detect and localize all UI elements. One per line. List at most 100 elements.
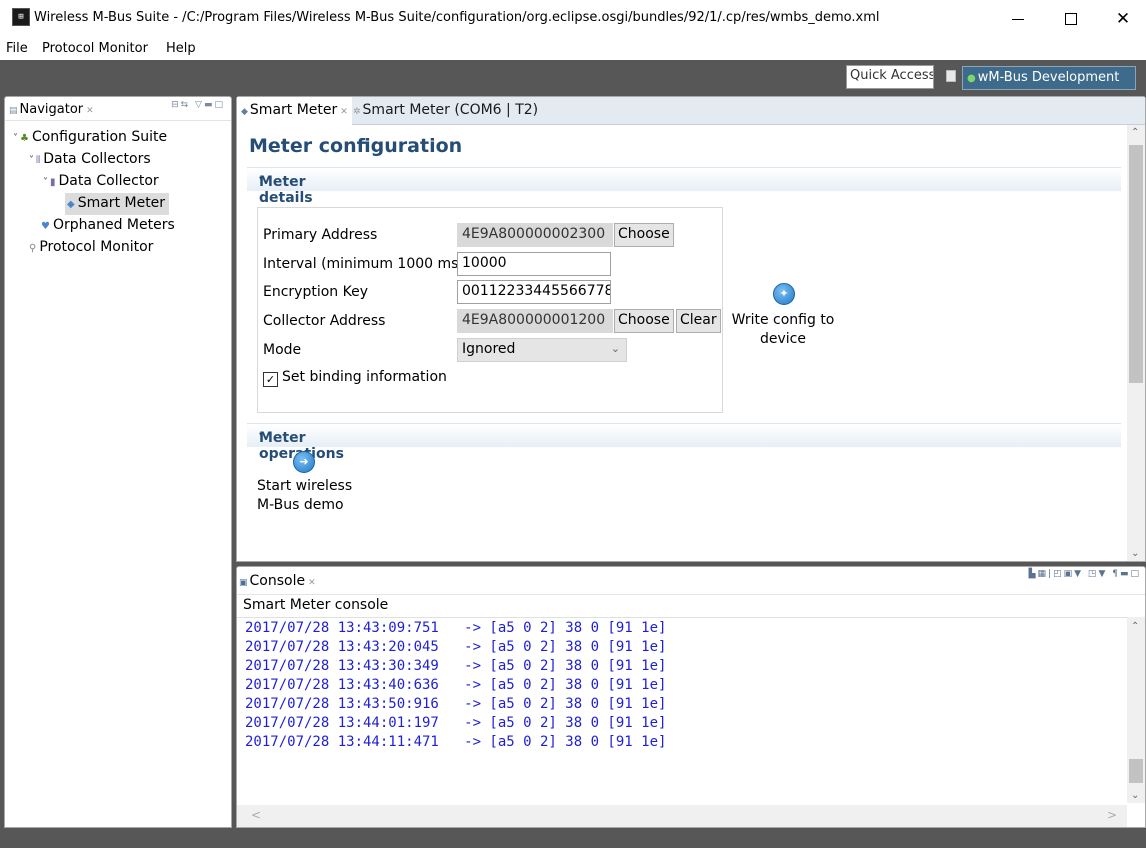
page-title: Meter configuration [249, 135, 463, 157]
mode-select[interactable]: Ignored ⌄ [457, 338, 627, 362]
tree-item-data-collector[interactable]: ˅ ▮ Data Collector [43, 171, 159, 193]
close-button[interactable]: ✕ [1100, 0, 1146, 38]
open-console-icon[interactable]: ◳ [1088, 569, 1099, 579]
collector-address-choose-button[interactable]: Choose [614, 309, 674, 333]
write-config-label-1: Write config to [731, 312, 835, 328]
console-vertical-scrollbar[interactable]: ⌃ ⌄ [1127, 617, 1145, 803]
chevron-down-icon[interactable]: ˅ [29, 155, 34, 166]
console-name: Smart Meter console [243, 597, 389, 613]
console-line: 2017/07/28 13:43:50:916 -> [a5 0 2] 38 0… [245, 696, 667, 712]
encryption-key-field[interactable]: 00112233445566778899 [457, 280, 611, 304]
primary-address-field[interactable]: 4E9A800000002300 [457, 223, 613, 247]
tab-smart-meter[interactable]: ◆ Smart Meter ✕ [237, 97, 352, 125]
scroll-down-icon[interactable]: ⌄ [1131, 790, 1139, 801]
checkmark-icon[interactable]: ✓ [263, 372, 278, 387]
editor-scrollbar[interactable]: ⌃ ⌄ [1127, 125, 1145, 561]
title-bar: ⊞ Wireless M-Bus Suite - /C:/Program Fil… [0, 0, 1146, 38]
console-line: 2017/07/28 13:44:01:197 -> [a5 0 2] 38 0… [245, 715, 667, 731]
write-config-link[interactable]: Write config to device [721, 311, 845, 349]
view-menu-icon[interactable]: ▽ [195, 100, 204, 110]
scroll-down-icon[interactable]: ⌄ [1131, 548, 1139, 559]
close-icon[interactable]: ✕ [308, 578, 316, 588]
collector-icon: ▮ [50, 177, 56, 188]
link-editor-icon[interactable]: ⇆ [181, 100, 191, 110]
collapse-all-icon[interactable]: ⊟ [171, 100, 181, 110]
minimize-view-icon[interactable]: ▬ [204, 100, 215, 110]
interval-field[interactable]: 10000 [457, 252, 611, 276]
close-icon[interactable]: ✕ [340, 107, 348, 117]
minimize-icon [1012, 18, 1024, 20]
chevron-down-icon[interactable]: ˅ [13, 133, 18, 144]
perspective-label: wM-Bus Development [977, 70, 1120, 85]
close-icon[interactable]: ✕ [86, 106, 94, 116]
menu-bar: File Protocol Monitor Help [0, 38, 1146, 60]
console-horizontal-scrollbar[interactable]: < > [237, 805, 1127, 827]
console-line: 2017/07/28 13:44:11:471 -> [a5 0 2] 38 0… [245, 734, 667, 750]
section-meter-operations[interactable]: ▾Meter operations [247, 423, 1121, 462]
console-line: 2017/07/28 13:43:09:751 -> [a5 0 2] 38 0… [245, 620, 667, 636]
scroll-up-icon[interactable]: ⌃ [1131, 127, 1139, 138]
tab-console[interactable]: ▣ Console ✕ [239, 573, 316, 589]
window-title: Wireless M-Bus Suite - /C:/Program Files… [34, 10, 880, 25]
console-toolbar: ▙▦|◰▣▼ ◳▼ ¶▬□ [1028, 569, 1141, 579]
start-demo-link[interactable]: Start wireless M-Bus demo [249, 477, 359, 515]
minimize-button[interactable] [995, 0, 1041, 38]
navigator-panel: ▤ Navigator ✕ ⊟⇆ ▽▬□ ˅ ♣ Configuration Suite… [4, 96, 232, 828]
maximize-view-icon[interactable]: □ [1130, 569, 1141, 579]
maximize-icon [1065, 13, 1077, 25]
primary-address-label: Primary Address [263, 227, 378, 243]
write-config-icon[interactable]: ✦ [773, 283, 795, 305]
start-demo-icon[interactable]: ➜ [293, 451, 315, 473]
tree-item-label: Data Collector [58, 173, 159, 189]
chevron-down-icon: ⌄ [610, 342, 620, 355]
open-perspective-icon[interactable] [946, 70, 956, 82]
dropdown-icon[interactable]: ▼ [1098, 569, 1107, 579]
collector-address-field[interactable]: 4E9A800000001200 [457, 309, 613, 333]
tab-smart-meter-com6[interactable]: ✲ Smart Meter (COM6 | T2) [353, 102, 538, 118]
menu-protocol-monitor[interactable]: Protocol Monitor [42, 41, 148, 56]
tree-item-protocol-monitor[interactable]: ⚲ Protocol Monitor [29, 237, 153, 259]
maximize-view-icon[interactable]: □ [214, 100, 225, 110]
navigator-toolbar: ⊟⇆ ▽▬□ [171, 100, 225, 110]
write-config-label-2: device [760, 331, 806, 347]
scroll-lock-icon[interactable]: ▦ [1038, 569, 1049, 579]
console-tabbar: ▣ Console ✕ ▙▦|◰▣▼ ◳▼ ¶▬□ [237, 567, 1145, 595]
tree-item-smart-meter[interactable]: ◆ Smart Meter [65, 193, 170, 215]
minimize-view-icon[interactable]: ▬ [1120, 569, 1131, 579]
start-demo-label-1: Start wireless [257, 478, 353, 494]
editor-panel: ◆ Smart Meter ✕ ✲ Smart Meter (COM6 | T2) M… [236, 96, 1146, 562]
primary-address-choose-button[interactable]: Choose [614, 223, 674, 247]
section-title: Meter details [259, 174, 313, 206]
scroll-right-icon[interactable]: > [1107, 808, 1117, 822]
section-meter-details[interactable]: ▾ Meter details [247, 167, 1121, 206]
interval-label: Interval (minimum 1000 ms) [263, 256, 464, 272]
scrollbar-thumb[interactable] [1129, 145, 1143, 383]
menu-file[interactable]: File [6, 41, 28, 56]
scrollbar-thumb[interactable] [1129, 759, 1143, 783]
scroll-up-icon[interactable]: ⌃ [1131, 621, 1139, 632]
tree-item-configuration-suite[interactable]: ˅ ♣ Configuration Suite [13, 127, 167, 149]
tree-item-label: Data Collectors [43, 151, 151, 167]
suite-icon: ♣ [20, 133, 29, 144]
tree-item-data-collectors[interactable]: ˅ ⫴ Data Collectors [29, 149, 151, 171]
binding-checkbox[interactable]: ✓ Set binding information [263, 369, 447, 387]
navigator-tab-label: Navigator [19, 102, 84, 117]
scroll-left-icon[interactable]: < [251, 808, 261, 822]
clear-console-icon[interactable]: ▙ [1029, 569, 1038, 579]
display-console-icon[interactable]: ▣ [1064, 569, 1075, 579]
perspective-button[interactable]: ● wM-Bus Development [962, 66, 1136, 90]
dropdown-icon[interactable]: ▼ [1074, 569, 1083, 579]
console-line: 2017/07/28 13:43:30:349 -> [a5 0 2] 38 0… [245, 658, 667, 674]
device-icon: ✲ [353, 107, 361, 117]
console-output[interactable]: 2017/07/28 13:43:09:751 -> [a5 0 2] 38 0… [237, 617, 1127, 803]
pin-console-icon[interactable]: ◰ [1053, 569, 1064, 579]
tree-item-orphaned-meters[interactable]: ♥ Orphaned Meters [41, 215, 175, 237]
editor-tab-label: Smart Meter (COM6 | T2) [362, 102, 539, 118]
quick-access-input[interactable]: Quick Access [846, 65, 934, 89]
word-wrap-icon[interactable]: ¶ [1112, 569, 1120, 579]
collector-address-clear-button[interactable]: Clear [676, 309, 721, 333]
tab-navigator[interactable]: ▤ Navigator ✕ [9, 102, 94, 117]
menu-help[interactable]: Help [166, 41, 196, 56]
chevron-down-icon[interactable]: ˅ [43, 177, 48, 188]
maximize-button[interactable] [1048, 0, 1094, 38]
